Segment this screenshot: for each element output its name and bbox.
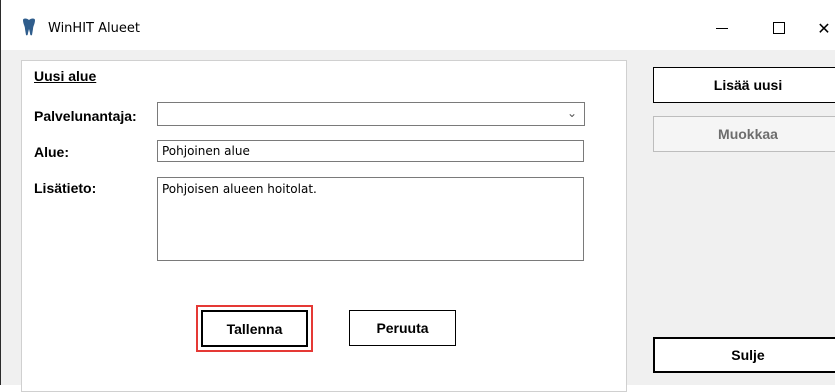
app-window: WinHIT Alueet ✕ Uusi alue Palvelunantaja… xyxy=(0,0,835,392)
provider-select[interactable]: ⌄ xyxy=(157,102,585,126)
minimize-icon xyxy=(716,27,728,29)
tooth-icon xyxy=(21,18,37,36)
title-bar[interactable]: WinHIT Alueet ✕ xyxy=(1,0,835,50)
window-title: WinHIT Alueet xyxy=(48,21,140,36)
save-button[interactable]: Tallenna xyxy=(201,310,308,347)
area-input[interactable]: Pohjoinen alue xyxy=(157,140,584,162)
close-icon: ✕ xyxy=(817,18,831,38)
section-title: Uusi alue xyxy=(34,68,97,84)
chevron-down-icon[interactable]: ⌄ xyxy=(567,106,577,120)
cancel-button[interactable]: Peruuta xyxy=(349,310,456,346)
area-label: Alue: xyxy=(34,144,69,160)
maximize-icon xyxy=(773,22,785,34)
maximize-button[interactable] xyxy=(756,12,802,44)
provider-label: Palvelunantaja: xyxy=(34,108,137,124)
close-button[interactable]: Sulje xyxy=(653,337,835,373)
edit-button[interactable]: Muokkaa xyxy=(653,116,835,152)
add-new-button[interactable]: Lisää uusi xyxy=(653,67,835,103)
minimize-button[interactable] xyxy=(699,12,745,44)
info-label: Lisätieto: xyxy=(34,180,97,196)
info-textarea[interactable]: Pohjoisen alueen hoitolat. xyxy=(157,177,584,261)
close-window-button[interactable]: ✕ xyxy=(809,12,835,44)
